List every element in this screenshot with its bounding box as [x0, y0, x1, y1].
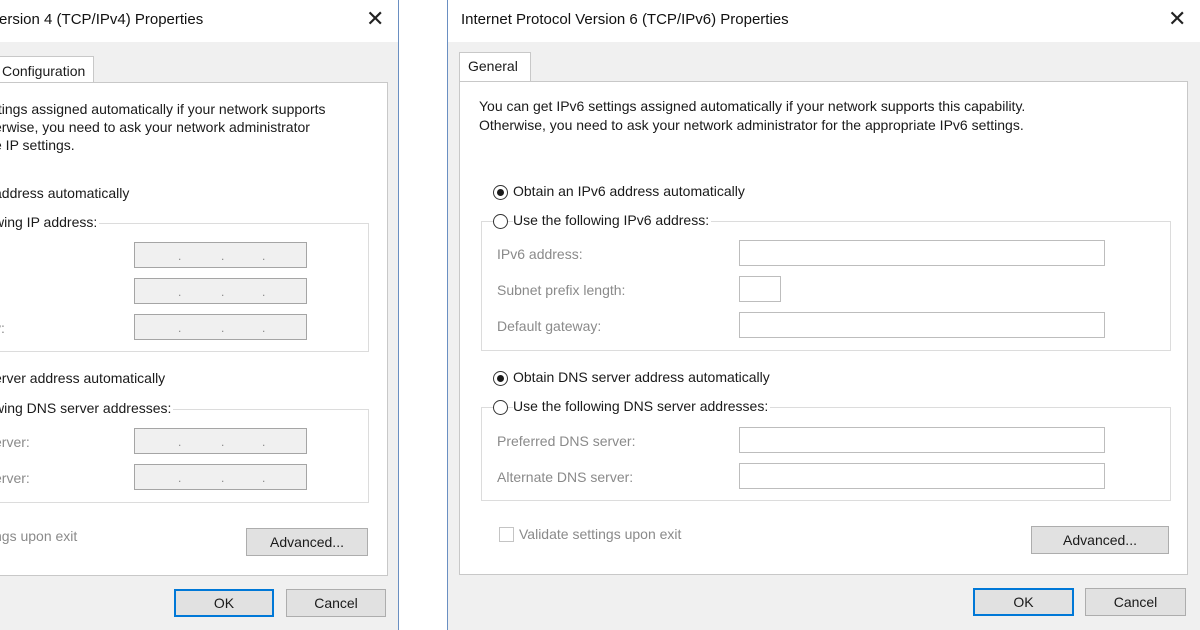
- description-line-2: erwise, you need to ask your network adm…: [0, 119, 310, 135]
- default-gateway-label: y:: [0, 320, 5, 336]
- alternate-dns-label: erver:: [0, 470, 30, 486]
- ipv6-properties-dialog: Internet Protocol Version 6 (TCP/IPv6) P…: [447, 0, 1200, 630]
- subnet-prefix-field[interactable]: [739, 276, 781, 302]
- validate-settings-label: Validate settings upon exit: [519, 526, 682, 542]
- preferred-dns-field[interactable]: ...: [134, 428, 307, 454]
- advanced-button[interactable]: Advanced...: [246, 528, 368, 556]
- description-line-1: ttings assigned automatically if your ne…: [0, 101, 326, 117]
- ip-address-field[interactable]: ...: [134, 242, 307, 268]
- ipv6-tab-panel: You can get IPv6 settings assigned autom…: [459, 81, 1188, 575]
- preferred-dns-label: Preferred DNS server:: [497, 433, 636, 449]
- default-gateway-field[interactable]: ...: [134, 314, 307, 340]
- radio-use-ipv6-label[interactable]: Use the following IPv6 address:: [513, 212, 712, 228]
- ipv4-titlebar: ersion 4 (TCP/IPv4) Properties ✕: [0, 0, 398, 42]
- close-icon[interactable]: ✕: [366, 8, 384, 30]
- alternate-dns-field[interactable]: ...: [134, 464, 307, 490]
- subnet-prefix-label: Subnet prefix length:: [497, 282, 626, 298]
- radio-obtain-ipv6-label[interactable]: Obtain an IPv6 address automatically: [513, 183, 747, 199]
- radio-use-dns-label[interactable]: wing DNS server addresses:: [0, 400, 174, 416]
- radio-obtain-ip-label[interactable]: address automatically: [0, 185, 132, 201]
- description-line-3: e IP settings.: [0, 137, 75, 153]
- cancel-button[interactable]: Cancel: [286, 589, 386, 617]
- preferred-dns-label: erver:: [0, 434, 30, 450]
- subnet-mask-field[interactable]: ...: [134, 278, 307, 304]
- close-icon[interactable]: ✕: [1168, 8, 1186, 30]
- preferred-dns-field[interactable]: [739, 427, 1105, 453]
- ipv4-dialog-title: ersion 4 (TCP/IPv4) Properties: [0, 11, 204, 28]
- ipv4-tab-panel: ttings assigned automatically if your ne…: [0, 82, 388, 576]
- ipv6-address-label: IPv6 address:: [497, 246, 583, 262]
- radio-use-dns-label[interactable]: Use the following DNS server addresses:: [513, 398, 771, 414]
- ipv4-properties-dialog: ersion 4 (TCP/IPv4) Properties ✕ Configu…: [0, 0, 399, 630]
- tab-configuration[interactable]: Configuration: [0, 56, 95, 84]
- default-gateway-field[interactable]: [739, 312, 1105, 338]
- ipv6-dialog-title: Internet Protocol Version 6 (TCP/IPv6) P…: [461, 11, 789, 28]
- description-line-2: Otherwise, you need to ask your network …: [479, 117, 1024, 133]
- validate-settings-checkbox[interactable]: [499, 527, 514, 542]
- radio-obtain-dns[interactable]: [493, 371, 508, 386]
- default-gateway-label: Default gateway:: [497, 318, 602, 334]
- radio-use-ipv6[interactable]: [493, 214, 508, 229]
- radio-use-ip-label[interactable]: wing IP address:: [0, 214, 100, 230]
- ipv6-address-field[interactable]: [739, 240, 1105, 266]
- ok-button[interactable]: OK: [973, 588, 1074, 616]
- cancel-button[interactable]: Cancel: [1085, 588, 1186, 616]
- tab-general[interactable]: General: [459, 52, 531, 82]
- radio-obtain-ipv6[interactable]: [493, 185, 508, 200]
- ok-button[interactable]: OK: [174, 589, 274, 617]
- ipv6-titlebar: Internet Protocol Version 6 (TCP/IPv6) P…: [448, 0, 1200, 42]
- advanced-button[interactable]: Advanced...: [1031, 526, 1169, 554]
- radio-use-dns[interactable]: [493, 400, 508, 415]
- radio-obtain-dns-label[interactable]: Obtain DNS server address automatically: [513, 369, 772, 385]
- radio-obtain-dns-label[interactable]: erver address automatically: [0, 370, 168, 386]
- validate-settings-label: ngs upon exit: [0, 528, 78, 544]
- description-line-1: You can get IPv6 settings assigned autom…: [479, 98, 1026, 114]
- alternate-dns-label: Alternate DNS server:: [497, 469, 634, 485]
- alternate-dns-field[interactable]: [739, 463, 1105, 489]
